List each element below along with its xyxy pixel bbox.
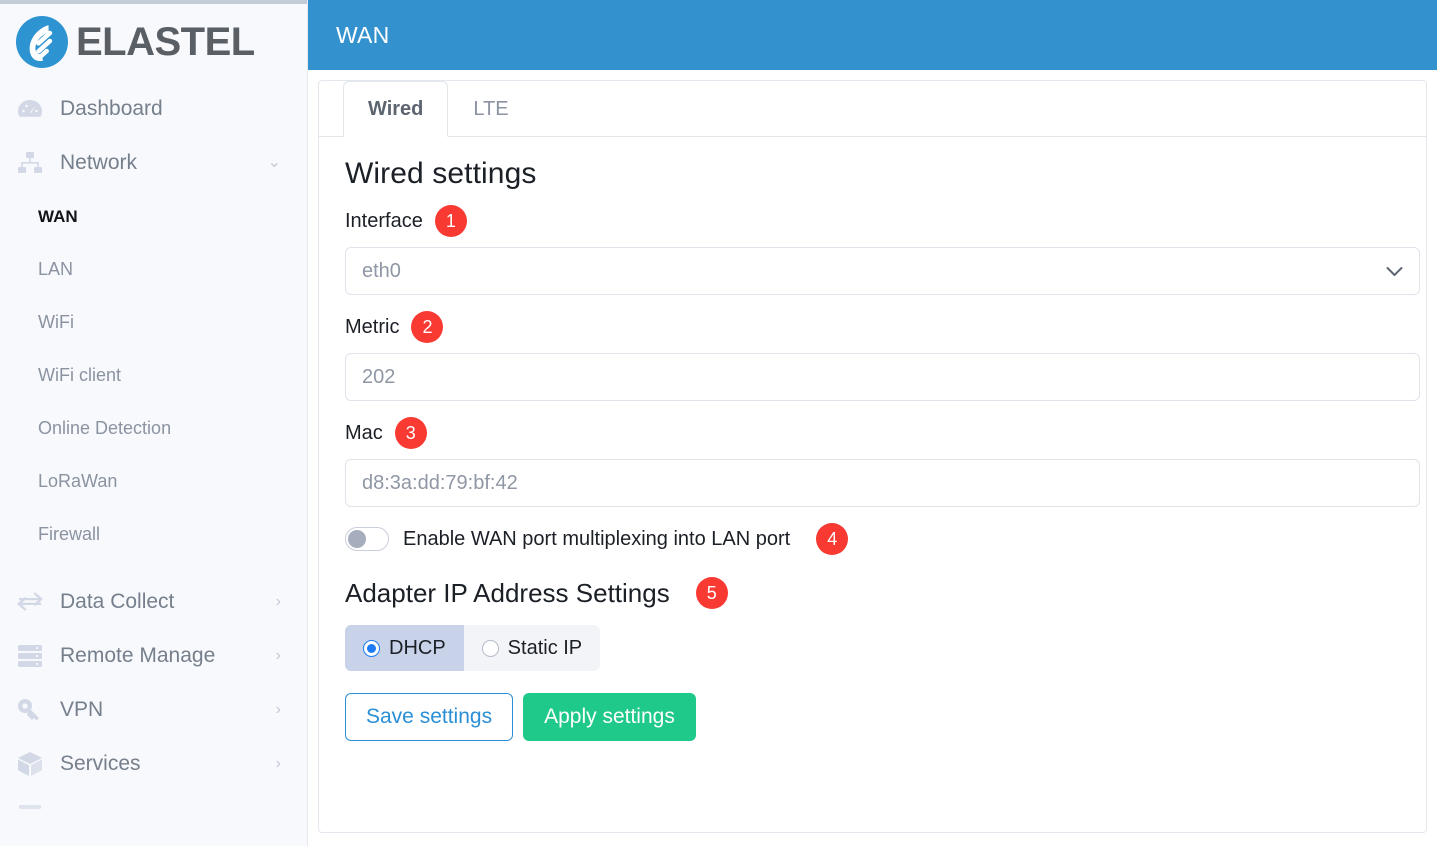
server-rack-icon (14, 643, 46, 669)
step-badge-4: 4 (816, 523, 849, 555)
interface-select[interactable]: eth0 (345, 247, 1420, 295)
brand-logo[interactable]: ELASTEL (0, 0, 307, 78)
radio-label: DHCP (389, 636, 446, 659)
elastel-logo-icon (10, 10, 74, 74)
page-title: WAN (336, 21, 390, 48)
apply-settings-button[interactable]: Apply settings (523, 693, 696, 741)
multiplex-row: Enable WAN port multiplexing into LAN po… (345, 523, 1400, 555)
interface-label-row: Interface 1 (345, 205, 1400, 237)
interface-value: eth0 (362, 259, 401, 282)
brand-name: ELASTEL (76, 20, 255, 64)
tab-wired[interactable]: Wired (343, 81, 449, 137)
chevron-down-icon: ⌄ (267, 154, 281, 171)
radio-indicator (363, 639, 380, 657)
step-badge-3: 3 (394, 417, 427, 449)
sidebar-item-data-collect[interactable]: Data Collect › (0, 575, 307, 629)
adapter-ip-title: Adapter IP Address Settings (345, 577, 670, 608)
tab-label: LTE (473, 97, 509, 120)
chevron-down-icon (1386, 263, 1403, 280)
adapter-ip-title-row: Adapter IP Address Settings 5 (345, 577, 1400, 609)
sidebar-item-services[interactable]: Services › (0, 737, 307, 791)
chevron-right-icon: › (275, 593, 281, 610)
sidebar-item-partial-cutoff[interactable] (0, 805, 307, 827)
mac-label: Mac (345, 421, 383, 444)
sidebar-item-remote-manage[interactable]: Remote Manage › (0, 629, 307, 683)
sidebar-subitem-label: Online Detection (38, 418, 172, 438)
metric-input[interactable]: 202 (345, 353, 1420, 401)
content-card: Wired LTE Wired settings Interface 1 eth… (318, 80, 1427, 833)
sidebar-subitem-label: WAN (38, 206, 78, 226)
network-sitemap-icon (14, 150, 46, 176)
sidebar-subitem-label: LoRaWan (38, 471, 118, 491)
interface-label: Interface (345, 209, 423, 232)
sidebar-divider-gap (0, 561, 307, 575)
sidebar-item-label: Dashboard (60, 97, 163, 120)
sidebar-item-network[interactable]: Network ⌄ (0, 136, 307, 190)
radio-indicator (481, 639, 499, 657)
wired-settings-panel: Wired settings Interface 1 eth0 Metric 2… (319, 137, 1426, 741)
sidebar-item-wifi[interactable]: WiFi (0, 296, 307, 349)
cube-box-icon (14, 751, 46, 777)
page-header: WAN (308, 0, 1437, 70)
radio-label: Static IP (507, 636, 583, 659)
tab-bar: Wired LTE (319, 81, 1426, 137)
metric-label: Metric (345, 315, 400, 338)
sidebar-item-dashboard[interactable]: Dashboard (0, 82, 307, 136)
data-exchange-icon (14, 589, 46, 615)
adapter-ip-radio-group: DHCP Static IP (345, 625, 601, 671)
mac-input[interactable]: d8:3a:dd:79:bf:42 (345, 459, 1420, 507)
sidebar-item-online-detection[interactable]: Online Detection (0, 402, 307, 455)
save-settings-button[interactable]: Save settings (345, 693, 514, 741)
sidebar-nav: Dashboard Network ⌄ WAN LAN WiFi WiFi cl… (0, 78, 307, 827)
toggle-knob (348, 530, 366, 548)
sidebar-subitem-label: WiFi client (38, 365, 122, 385)
sidebar-item-label: Network (60, 151, 138, 174)
metric-label-row: Metric 2 (345, 311, 1400, 343)
radio-static-ip[interactable]: Static IP (464, 625, 600, 671)
app-window: ELASTEL Dashboard Network ⌄ WAN LAN WiFi… (0, 0, 1437, 846)
sidebar-item-firewall[interactable]: Firewall (0, 508, 307, 561)
step-badge-2: 2 (411, 311, 444, 343)
sidebar-item-label: Services (60, 752, 141, 775)
sidebar-item-lorawan[interactable]: LoRaWan (0, 455, 307, 508)
sidebar-divider-gap-2 (0, 791, 307, 805)
chevron-right-icon: › (275, 647, 281, 664)
chevron-right-icon: › (275, 755, 281, 772)
tab-lte[interactable]: LTE (448, 81, 533, 137)
sidebar-subitem-label: WiFi (38, 312, 74, 332)
main-panel: WAN Wired LTE Wired settings Interface 1 (308, 0, 1437, 846)
sidebar-item-vpn[interactable]: VPN › (0, 683, 307, 737)
step-badge-1: 1 (434, 205, 467, 237)
sidebar-item-label: VPN (60, 698, 104, 721)
sidebar-subitem-label: Firewall (38, 524, 101, 544)
partial-icon (14, 805, 46, 827)
dashboard-gauge-icon (14, 96, 46, 122)
key-icon (14, 697, 46, 723)
mac-value: d8:3a:dd:79:bf:42 (362, 471, 518, 494)
mac-label-row: Mac 3 (345, 417, 1400, 449)
sidebar-top-scrollbar[interactable] (0, 0, 307, 4)
sidebar-subitem-label: LAN (38, 259, 74, 279)
radio-dhcp[interactable]: DHCP (345, 625, 464, 671)
chevron-right-icon: › (275, 701, 281, 718)
sidebar-item-label: Data Collect (60, 590, 175, 613)
sidebar-item-wan[interactable]: WAN (0, 190, 307, 243)
multiplex-label: Enable WAN port multiplexing into LAN po… (403, 527, 791, 550)
sidebar-item-wifi-client[interactable]: WiFi client (0, 349, 307, 402)
metric-value: 202 (362, 365, 396, 388)
tab-label: Wired (368, 97, 424, 120)
action-buttons: Save settings Apply settings (345, 693, 1400, 741)
sidebar-item-label: Remote Manage (60, 644, 216, 667)
sidebar: ELASTEL Dashboard Network ⌄ WAN LAN WiFi… (0, 0, 308, 846)
step-badge-5: 5 (695, 577, 728, 609)
multiplex-toggle[interactable] (345, 527, 389, 551)
section-title: Wired settings (345, 157, 537, 190)
sidebar-item-lan[interactable]: LAN (0, 243, 307, 296)
